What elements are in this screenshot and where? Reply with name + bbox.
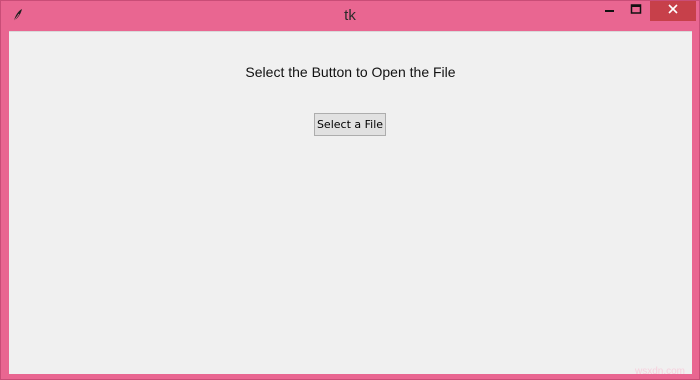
window-title: tk	[344, 7, 356, 24]
app-window: tk Select the Button to Open the File Se…	[0, 0, 700, 380]
maximize-button[interactable]	[623, 1, 649, 21]
prompt-label: Select the Button to Open the File	[245, 64, 456, 80]
select-file-button[interactable]: Select a File	[314, 113, 386, 136]
title-bar[interactable]: tk	[1, 1, 699, 30]
minimize-button[interactable]	[597, 1, 623, 21]
close-icon	[667, 2, 679, 20]
client-area: Select the Button to Open the File Selec…	[9, 31, 692, 374]
watermark-text: wsxdn.com	[634, 366, 685, 377]
maximize-icon	[630, 2, 642, 20]
minimize-icon	[604, 2, 616, 20]
close-button[interactable]	[650, 1, 696, 21]
